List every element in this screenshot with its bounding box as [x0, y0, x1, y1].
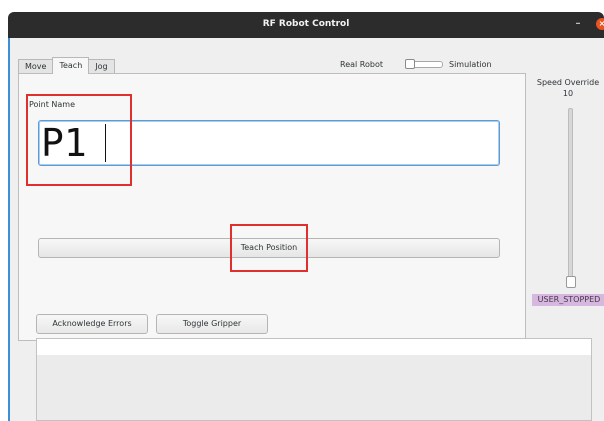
text-caret: [105, 124, 106, 162]
speed-override-label: Speed Override: [536, 78, 600, 87]
title-bar: RF Robot Control – ×: [8, 12, 604, 38]
tab-bar: Move Teach Jog: [18, 57, 115, 74]
tab-move[interactable]: Move: [18, 59, 54, 74]
close-button[interactable]: ×: [596, 18, 604, 30]
log-header-row: [37, 339, 591, 355]
tab-jog[interactable]: Jog: [88, 59, 115, 74]
real-robot-label: Real Robot: [340, 59, 383, 69]
toggle-gripper-button[interactable]: Toggle Gripper: [156, 314, 268, 334]
speed-slider-track[interactable]: [568, 108, 573, 286]
simulation-label: Simulation: [449, 59, 492, 69]
acknowledge-errors-button[interactable]: Acknowledge Errors: [36, 314, 148, 334]
log-output[interactable]: [36, 338, 592, 421]
simulation-toggle[interactable]: [405, 58, 443, 69]
main-window: Move Teach Jog Real Robot Simulation Poi…: [8, 38, 604, 421]
teach-position-button[interactable]: Teach Position: [38, 238, 500, 258]
window-title: RF Robot Control: [262, 19, 350, 29]
mode-switch: Real Robot Simulation: [340, 58, 492, 70]
speed-override-value: 10: [562, 89, 574, 98]
status-badge: USER_STOPPED: [532, 294, 604, 306]
teach-panel: [18, 73, 526, 341]
speed-slider-handle[interactable]: [566, 276, 576, 288]
minimize-button[interactable]: –: [572, 18, 584, 30]
tab-teach[interactable]: Teach: [52, 57, 90, 74]
point-name-label: Point Name: [29, 100, 76, 109]
screenshot-root: RF Robot Control – × Move Teach Jog Real…: [0, 0, 604, 421]
toggle-knob[interactable]: [405, 58, 415, 69]
point-name-input[interactable]: [38, 120, 500, 166]
